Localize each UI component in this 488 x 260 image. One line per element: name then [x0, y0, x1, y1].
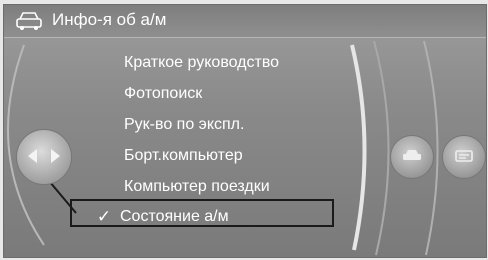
- title-bar: Инфо-я об а/м: [4, 5, 486, 38]
- vehicle-info-knob[interactable]: [390, 135, 434, 179]
- info-knob[interactable]: [442, 135, 486, 179]
- controller-arrows-icon[interactable]: [16, 129, 72, 185]
- info-icon: [455, 150, 473, 162]
- page-title: Инфо-я об а/м: [52, 10, 167, 29]
- menu-item-quick-guide[interactable]: Краткое руководство: [124, 51, 279, 75]
- arrow-right-icon: [51, 149, 60, 163]
- menu-item-trip-computer[interactable]: Компьютер поездки: [124, 175, 270, 199]
- arrow-left-icon: [28, 149, 37, 163]
- car-icon: [16, 12, 42, 30]
- menu-item-onboard-computer[interactable]: Борт.компьютер: [124, 144, 243, 168]
- car-icon: [403, 150, 421, 160]
- selection-highlight: [70, 199, 334, 227]
- menu-item-owners-manual[interactable]: Рук-во по экспл.: [124, 113, 244, 137]
- menu-item-photo-search[interactable]: Фотопоиск: [124, 82, 202, 106]
- idrive-screen: Инфо-я об а/м Краткое руководство Фотопо…: [3, 4, 487, 258]
